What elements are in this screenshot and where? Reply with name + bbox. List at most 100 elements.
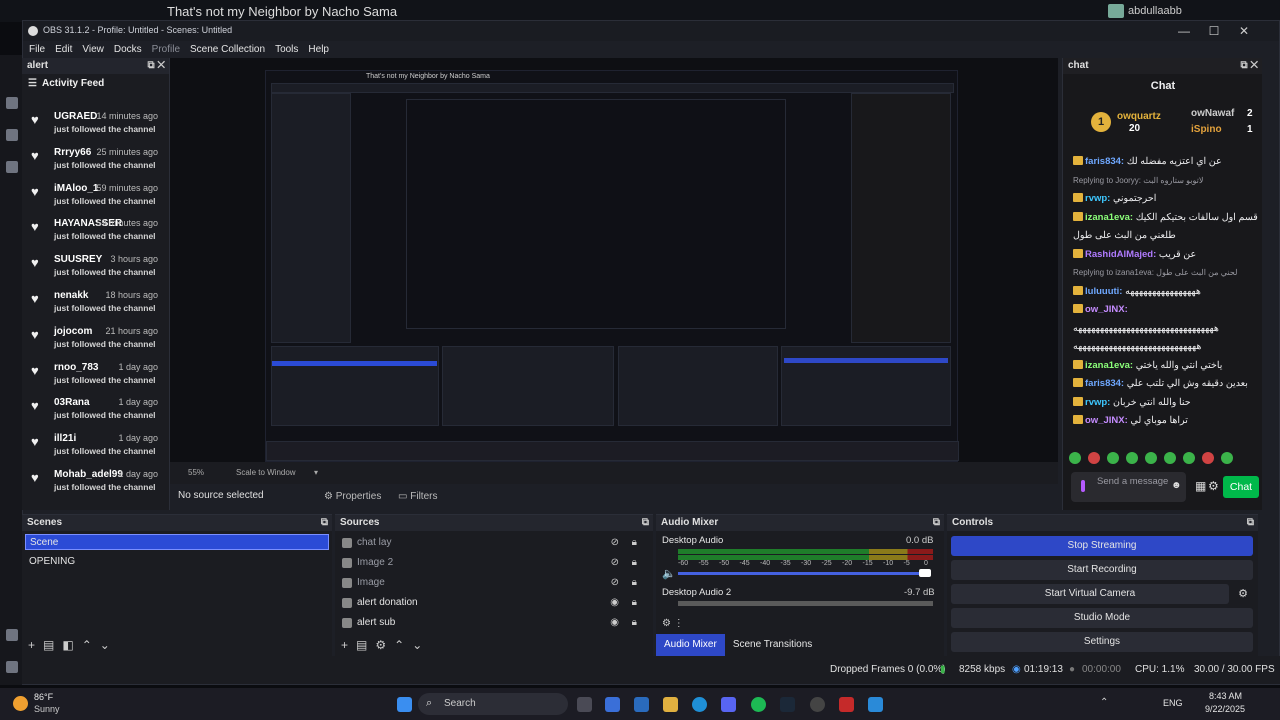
dock-close-icon[interactable]: ⧉ ✕ — [147, 58, 165, 74]
menu-tools[interactable]: Tools — [275, 41, 298, 59]
steam-icon[interactable] — [780, 697, 795, 712]
taskbar-search[interactable]: ⌕ Search — [418, 693, 568, 715]
down-icon[interactable]: ⌄ — [412, 638, 430, 652]
up-icon[interactable]: ⌃ — [82, 638, 100, 652]
globe-icon[interactable] — [6, 97, 18, 109]
emote-icon[interactable] — [1088, 452, 1100, 464]
chat-username[interactable]: ow_JINX: — [1085, 304, 1128, 315]
minimize-button[interactable]: — — [1169, 22, 1199, 40]
menu-docks[interactable]: Docks — [114, 41, 142, 59]
chat-username[interactable]: luluuuti: — [1085, 286, 1122, 297]
menu-file[interactable]: File — [29, 41, 45, 59]
start-virtual-camera-button[interactable]: Start Virtual Camera — [951, 584, 1229, 604]
trash-icon[interactable]: ▤ — [43, 638, 62, 652]
scale-dropdown-icon[interactable]: ▾ — [314, 468, 318, 477]
lock-icon[interactable]: 🔒︎ — [632, 593, 637, 613]
source-item[interactable]: chat lay ⊘ 🔒︎ — [339, 533, 649, 553]
virtual-camera-gear-icon[interactable]: ⚙ — [1233, 584, 1253, 604]
scene-item[interactable]: OPENING — [25, 554, 329, 570]
window-icon[interactable] — [6, 161, 18, 173]
clock-time[interactable]: 8:43 AM — [1209, 691, 1242, 701]
dock-float-icon[interactable]: ⧉ — [933, 515, 940, 531]
clock-date[interactable]: 9/22/2025 — [1205, 704, 1245, 714]
eye-hidden-icon[interactable]: ⊘ — [611, 573, 619, 593]
lock-icon[interactable]: 🔒︎ — [632, 573, 637, 593]
emote-icon[interactable] — [1145, 452, 1157, 464]
language[interactable]: ENG — [1163, 698, 1183, 708]
source-item[interactable]: alert sub ◉ 🔒︎ — [339, 613, 649, 633]
start-icon[interactable] — [397, 697, 412, 712]
chat-username[interactable]: faris834: — [1085, 378, 1124, 389]
tray-expand-icon[interactable]: ⌃ — [1100, 697, 1108, 708]
emote-icon[interactable] — [1069, 452, 1081, 464]
emote-icon[interactable] — [1183, 452, 1195, 464]
folder-icon[interactable] — [663, 697, 678, 712]
chat-send-button[interactable]: Chat — [1223, 476, 1259, 498]
emote-icon[interactable] — [1221, 452, 1233, 464]
dock-float-icon[interactable]: ⧉ — [321, 515, 328, 531]
tab-scene-transitions[interactable]: Scene Transitions — [725, 634, 821, 656]
chat-username[interactable]: rvwp: — [1085, 397, 1110, 408]
copilot-icon[interactable] — [605, 697, 620, 712]
heart-icon[interactable] — [6, 129, 18, 141]
up-icon[interactable]: ⌃ — [394, 638, 412, 652]
chat-username[interactable]: izana1eva: — [1085, 360, 1133, 371]
emoji-icon[interactable]: ☻ — [1171, 480, 1182, 491]
maximize-button[interactable]: ☐ — [1199, 22, 1229, 40]
volume-slider[interactable] — [678, 572, 928, 575]
app-icon[interactable] — [839, 697, 854, 712]
chat-username[interactable]: faris834: — [1085, 156, 1124, 167]
lock-icon[interactable]: 🔒︎ — [632, 533, 637, 553]
settings-icon[interactable]: ⚙ — [1208, 479, 1219, 493]
store-icon[interactable]: ▦ — [1195, 479, 1206, 493]
obs-icon[interactable] — [810, 697, 825, 712]
chat-username[interactable]: rvwp: — [1085, 193, 1110, 204]
emote-icon[interactable] — [1202, 452, 1214, 464]
menu-view[interactable]: View — [82, 41, 104, 59]
menu-profile[interactable]: Profile — [152, 41, 180, 59]
scale-mode[interactable]: Scale to Window — [236, 468, 296, 477]
mixer-gear-icon[interactable]: ⚙ ⋮ — [662, 618, 684, 629]
properties-button[interactable]: ⚙ Properties — [316, 488, 389, 506]
dock-float-icon[interactable]: ⧉ — [642, 515, 649, 531]
eye-icon[interactable]: ◉ — [610, 593, 619, 613]
add-icon[interactable]: + — [341, 638, 356, 652]
menu-help[interactable]: Help — [308, 41, 329, 59]
task-view-icon[interactable] — [577, 697, 592, 712]
gear-icon[interactable] — [6, 661, 18, 673]
spotify-icon[interactable] — [751, 697, 766, 712]
volume-handle[interactable] — [919, 569, 931, 577]
source-item[interactable]: Image ⊘ 🔒︎ — [339, 573, 649, 593]
eye-hidden-icon[interactable]: ⊘ — [611, 553, 619, 573]
store-icon[interactable] — [634, 697, 649, 712]
filter-icon[interactable]: ◧ — [62, 638, 81, 652]
add-icon[interactable]: + — [28, 638, 43, 652]
source-item[interactable]: Image 2 ⊘ 🔒︎ — [339, 553, 649, 573]
settings-button[interactable]: Settings — [951, 632, 1253, 652]
menu-edit[interactable]: Edit — [55, 41, 72, 59]
speaker-icon[interactable]: 🔈 — [662, 567, 676, 580]
emote-icon[interactable] — [1164, 452, 1176, 464]
filters-button[interactable]: ▭ Filters — [390, 488, 445, 506]
dock-close-icon[interactable]: ⧉ ✕ — [1240, 58, 1258, 74]
close-button[interactable]: ✕ — [1229, 22, 1259, 40]
lock-icon[interactable]: 🔒︎ — [632, 613, 637, 633]
down-icon[interactable]: ⌄ — [100, 638, 118, 652]
download-icon[interactable] — [6, 629, 18, 641]
chat-input[interactable]: Send a message ☻ — [1071, 472, 1186, 502]
source-item[interactable]: alert donation ◉ 🔒︎ — [339, 593, 649, 613]
tab-audio-mixer[interactable]: Audio Mixer — [656, 634, 725, 656]
discord-icon[interactable] — [721, 697, 736, 712]
emote-icon[interactable] — [1107, 452, 1119, 464]
stop-streaming-button[interactable]: Stop Streaming — [951, 536, 1253, 556]
eye-hidden-icon[interactable]: ⊘ — [611, 533, 619, 553]
chat-username[interactable]: ow_JINX: — [1085, 415, 1128, 426]
app-icon[interactable] — [868, 697, 883, 712]
chat-username[interactable]: izana1eva: — [1085, 212, 1133, 223]
eye-icon[interactable]: ◉ — [610, 613, 619, 633]
start-recording-button[interactable]: Start Recording — [951, 560, 1253, 580]
studio-mode-button[interactable]: Studio Mode — [951, 608, 1253, 628]
preview-canvas[interactable]: That's not my Neighbor by Nacho Sama — [170, 58, 1058, 462]
emote-icon[interactable] — [1126, 452, 1138, 464]
dock-float-icon[interactable]: ⧉ — [1247, 515, 1254, 531]
